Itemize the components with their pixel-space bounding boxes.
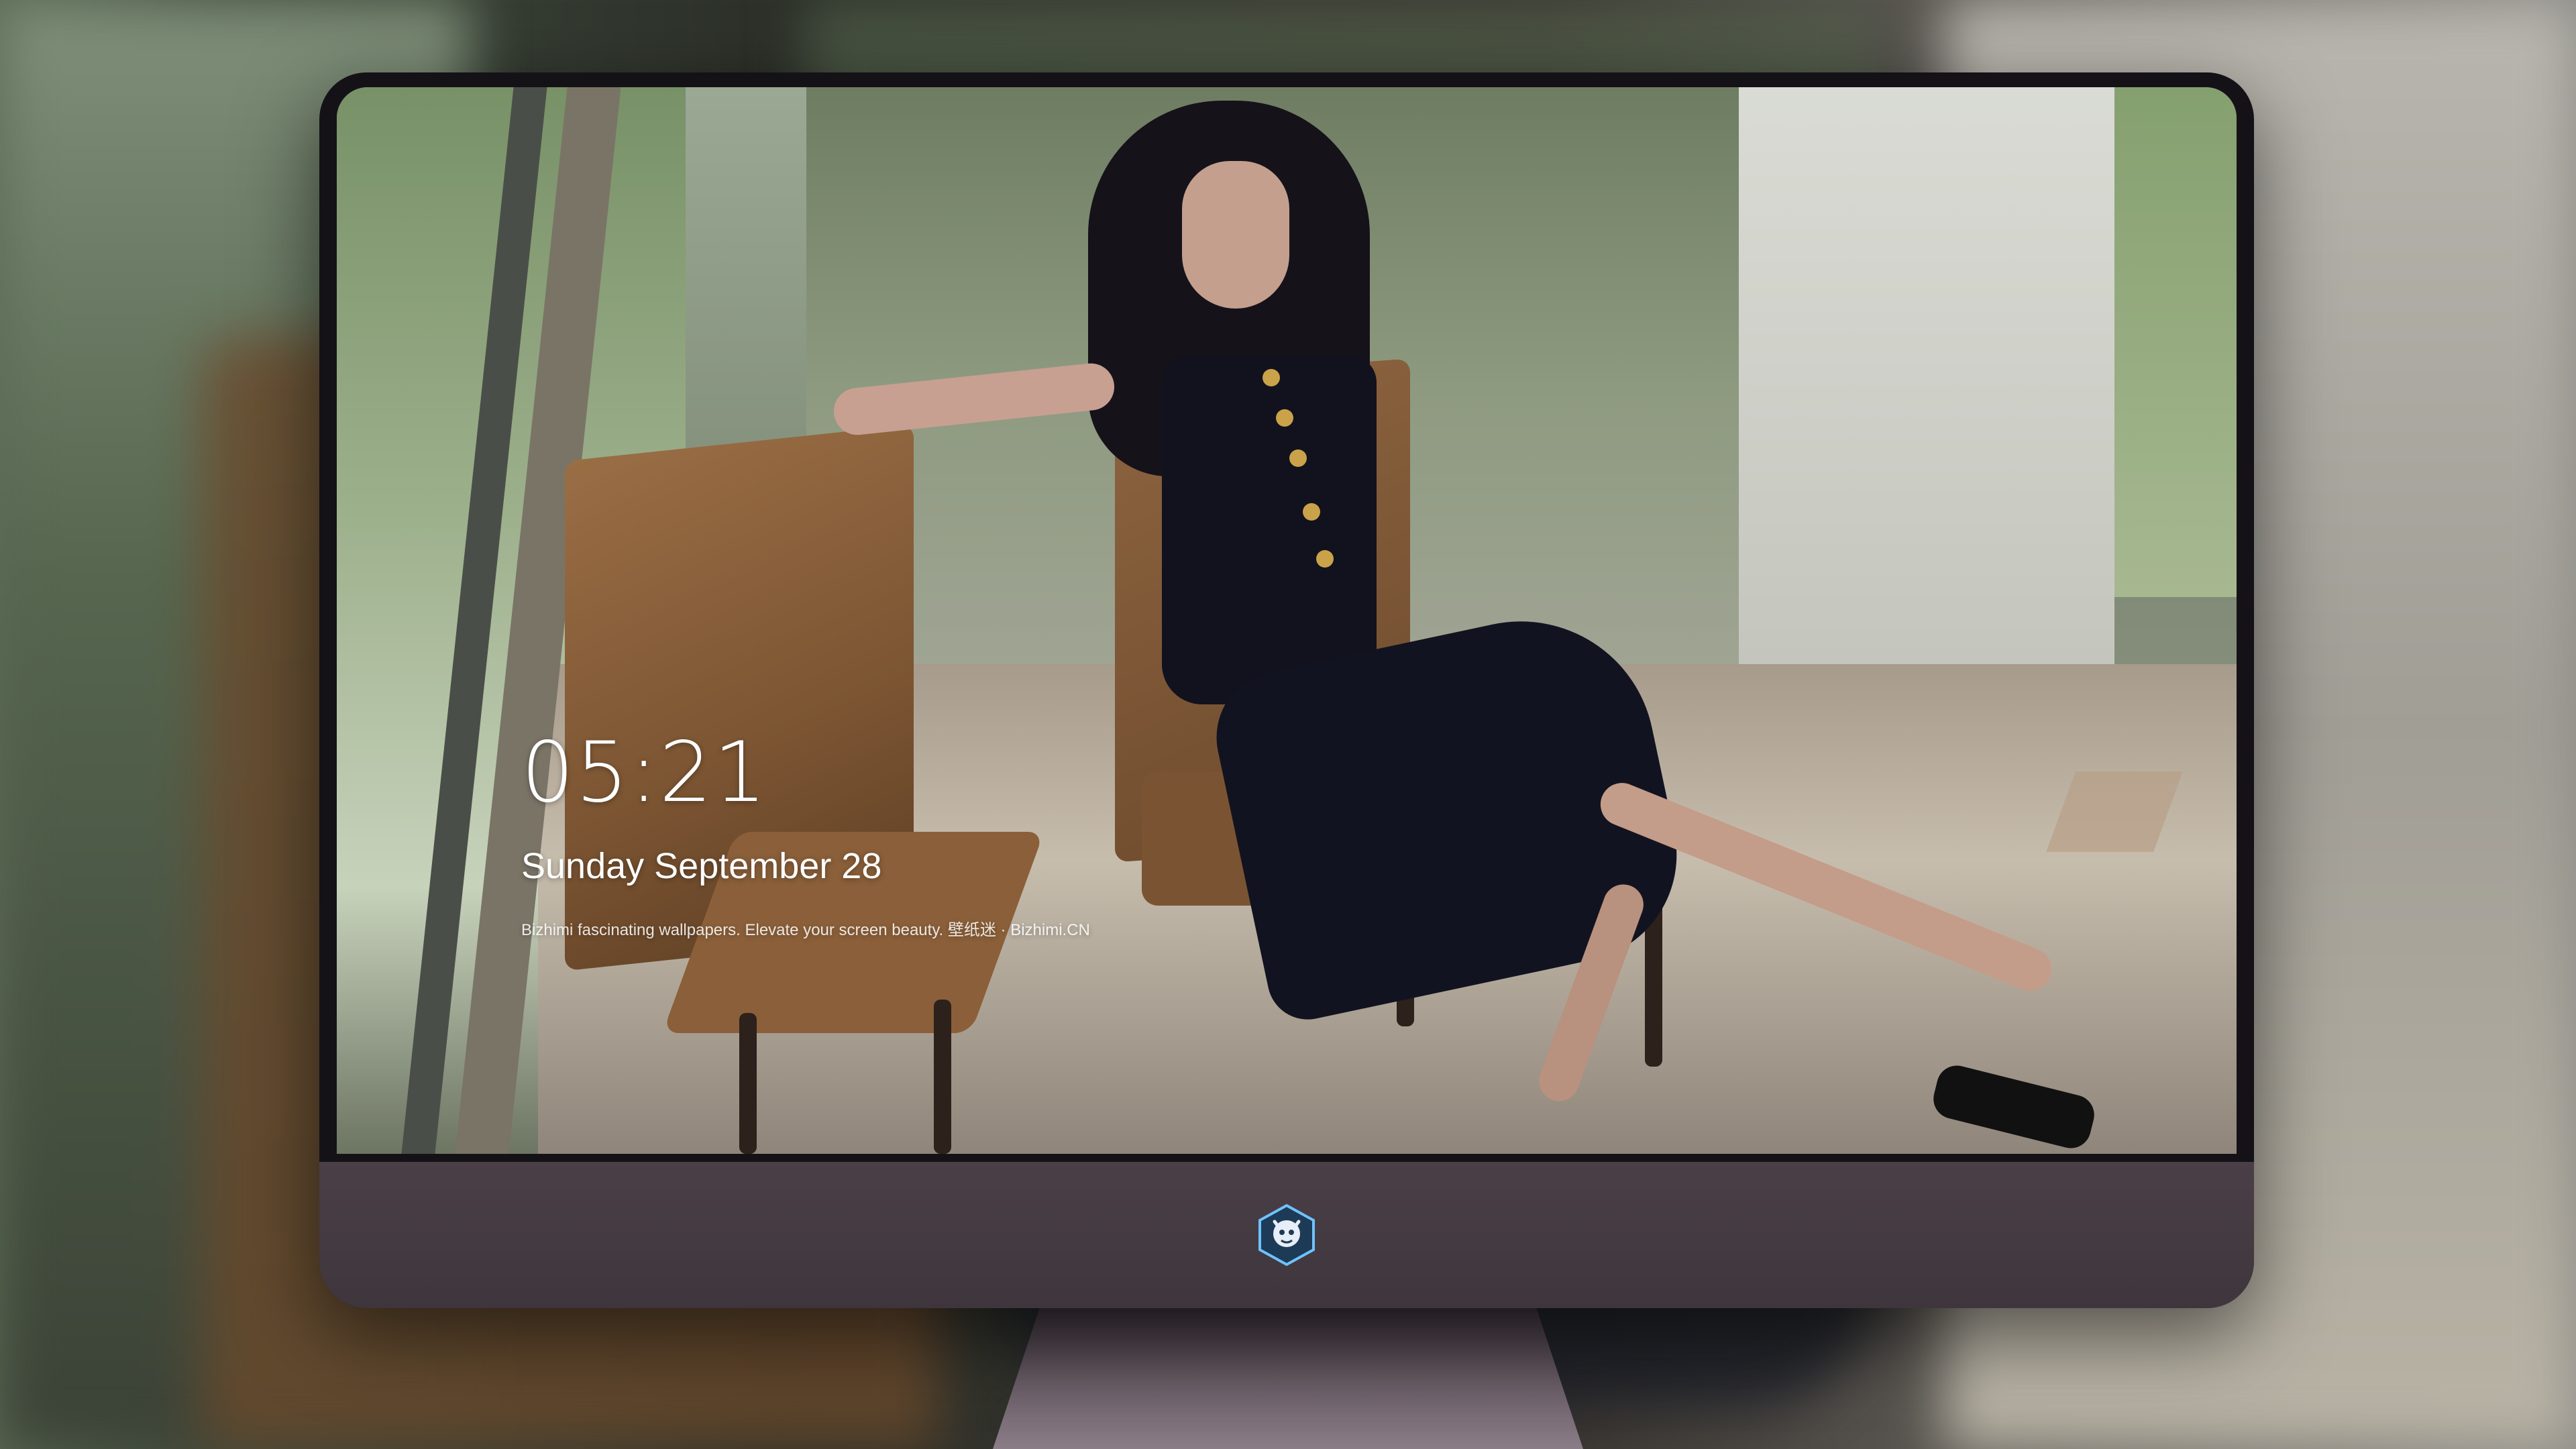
monitor-stand xyxy=(993,1307,1583,1449)
monitor: 05:21 Sunday September 28 Bizhimi fascin… xyxy=(319,72,2254,1308)
clock-date: Sunday September 28 xyxy=(521,846,882,886)
wallpaper-chair-leg xyxy=(739,1013,757,1154)
wallpaper-dress-button xyxy=(1263,369,1280,386)
wallpaper-dress-button xyxy=(1276,409,1293,427)
monitor-chin xyxy=(319,1162,2254,1308)
lockscreen-clock: 05:21 Sunday September 28 Bizhimi fascin… xyxy=(521,731,1090,940)
wallpaper-dress-button xyxy=(1303,503,1320,521)
screen: 05:21 Sunday September 28 Bizhimi fascin… xyxy=(337,87,2237,1154)
brand-logo-icon xyxy=(1254,1203,1319,1267)
wallpaper-tagline: Bizhimi fascinating wallpapers. Elevate … xyxy=(521,921,1090,939)
wallpaper-chair-leg xyxy=(934,1000,951,1154)
wallpaper-dress-button xyxy=(1289,449,1307,467)
wallpaper-dress-button xyxy=(1316,550,1334,568)
clock-time: 05:21 xyxy=(521,724,768,821)
wallpaper-figure-dress xyxy=(1162,356,1377,704)
wallpaper-figure-face xyxy=(1182,161,1289,309)
wallpaper-pillar xyxy=(1739,87,2114,691)
wallpaper-right-window xyxy=(2114,87,2237,597)
